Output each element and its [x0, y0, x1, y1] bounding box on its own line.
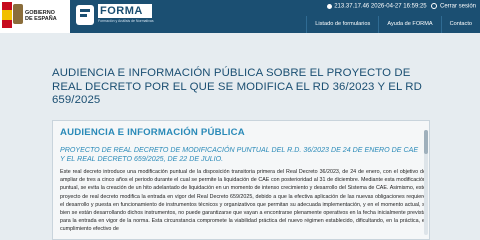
card-subtitle: PROYECTO DE REAL DECRETO DE MODIFICACIÓN…	[60, 146, 419, 163]
main-nav: Listado de formularios Ayuda de FORMA Co…	[306, 16, 480, 33]
logout-icon[interactable]	[431, 3, 438, 9]
content-scrollbar[interactable]	[424, 130, 428, 235]
gov-line-2: DE ESPAÑA	[25, 16, 57, 22]
forma-wordmark: FORMA	[98, 4, 152, 18]
government-logo: GOBIERNO DE ESPAÑA	[0, 0, 70, 33]
flag-icon	[2, 2, 12, 28]
session-bar: 213.37.17.46 2026-04-27 16:59:25 Cerrar …	[326, 3, 476, 10]
forma-document-icon	[76, 5, 94, 25]
page-title: AUDIENCIA E INFORMACIÓN PÚBLICA SOBRE EL…	[52, 67, 422, 106]
nav-item-contact[interactable]: Contacto	[440, 16, 480, 33]
session-info: 213.37.17.46 2026-04-27 16:59:25	[334, 3, 427, 10]
nav-item-help[interactable]: Ayuda de FORMA	[378, 16, 440, 33]
logout-link[interactable]: Cerrar sesión	[440, 4, 476, 10]
forma-logo[interactable]: FORMA Formación y Análisis de Normativas	[76, 3, 154, 29]
user-icon	[326, 3, 332, 9]
forma-tagline: Formación y Análisis de Normativas	[98, 19, 154, 23]
nav-item-forms-list[interactable]: Listado de formularios	[306, 16, 378, 33]
card-body-text: Este real decreto introduce una modifica…	[60, 169, 426, 233]
content-card: AUDIENCIA E INFORMACIÓN PÚBLICA PROYECTO…	[52, 120, 430, 240]
scrollbar-thumb[interactable]	[424, 130, 428, 154]
card-title: AUDIENCIA E INFORMACIÓN PÚBLICA	[60, 127, 245, 138]
coat-of-arms-icon	[13, 4, 23, 24]
top-bar: GOBIERNO DE ESPAÑA FORMA Formación y Aná…	[0, 0, 480, 33]
